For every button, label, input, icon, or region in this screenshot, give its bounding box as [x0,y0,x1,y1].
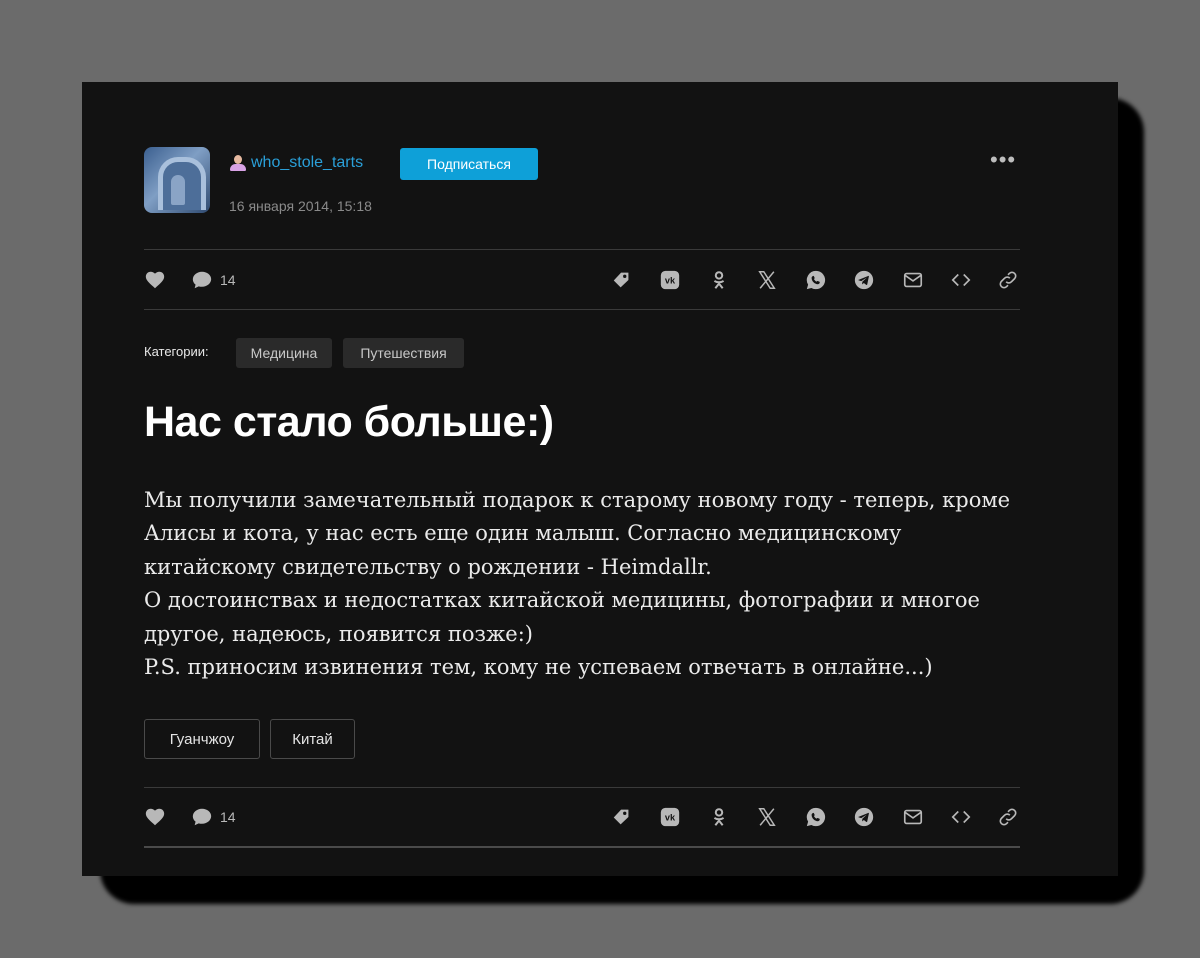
body-line: Мы получили замечательный подарок к стар… [144,488,1011,512]
post-title: Нас стало больше:) [144,398,554,446]
divider [144,309,1020,310]
more-options-icon[interactable]: ••• [990,149,1016,171]
like-icon[interactable] [144,806,166,828]
subscribe-button[interactable]: Подписаться [400,148,538,180]
email-icon[interactable] [902,806,924,828]
email-icon[interactable] [902,269,924,291]
odnoklassniki-icon[interactable] [708,806,730,828]
user-icon [229,154,247,172]
body-line: P.S. приносим извинения тем, кому не усп… [144,655,933,680]
telegram-icon[interactable] [853,806,875,828]
action-bar-top: 14 vk [144,266,1020,296]
whatsapp-icon[interactable] [805,269,827,291]
svg-text:vk: vk [665,276,676,286]
body-line: китайскому свидетельству о рождении - He… [144,554,712,579]
tag-guangzhou[interactable]: Гуанчжоу [144,719,260,759]
body-line: другое, надеюсь, появится позже:) [144,621,533,646]
link-icon[interactable] [997,269,1019,291]
link-icon[interactable] [997,806,1019,828]
category-medicine[interactable]: Медицина [236,338,332,368]
comment-icon[interactable] [191,806,213,828]
vk-icon[interactable]: vk [659,806,681,828]
categories-label: Категории: [144,344,209,359]
post-date: 16 января 2014, 15:18 [229,198,372,214]
x-icon[interactable] [756,269,778,291]
embed-icon[interactable] [950,269,972,291]
like-icon[interactable] [144,269,166,291]
comment-count: 14 [220,809,236,825]
comment-count: 14 [220,272,236,288]
tag-china[interactable]: Китай [270,719,355,759]
divider [144,249,1020,250]
bookmark-icon[interactable] [611,806,633,828]
category-travel[interactable]: Путешествия [343,338,464,368]
divider [144,846,1020,848]
author-username[interactable]: who_stole_tarts [251,154,363,172]
telegram-icon[interactable] [853,269,875,291]
post-body: Мы получили замечательный подарок к стар… [144,484,1024,684]
avatar-figure [171,175,185,205]
embed-icon[interactable] [950,806,972,828]
svg-text:vk: vk [665,813,676,823]
whatsapp-icon[interactable] [805,806,827,828]
vk-icon[interactable]: vk [659,269,681,291]
comment-icon[interactable] [191,269,213,291]
body-line: О достоинствах и недостатках китайской м… [144,588,980,613]
author-line: who_stole_tarts [229,152,363,174]
divider [144,787,1020,788]
bookmark-icon[interactable] [611,269,633,291]
action-bar-bottom: 14 vk [144,803,1020,833]
odnoklassniki-icon[interactable] [708,269,730,291]
body-line: Алисы и кота, у нас есть еще один малыш.… [144,521,902,546]
x-icon[interactable] [756,806,778,828]
avatar[interactable] [144,147,210,213]
post-card: who_stole_tarts Подписаться 16 января 20… [82,82,1118,876]
